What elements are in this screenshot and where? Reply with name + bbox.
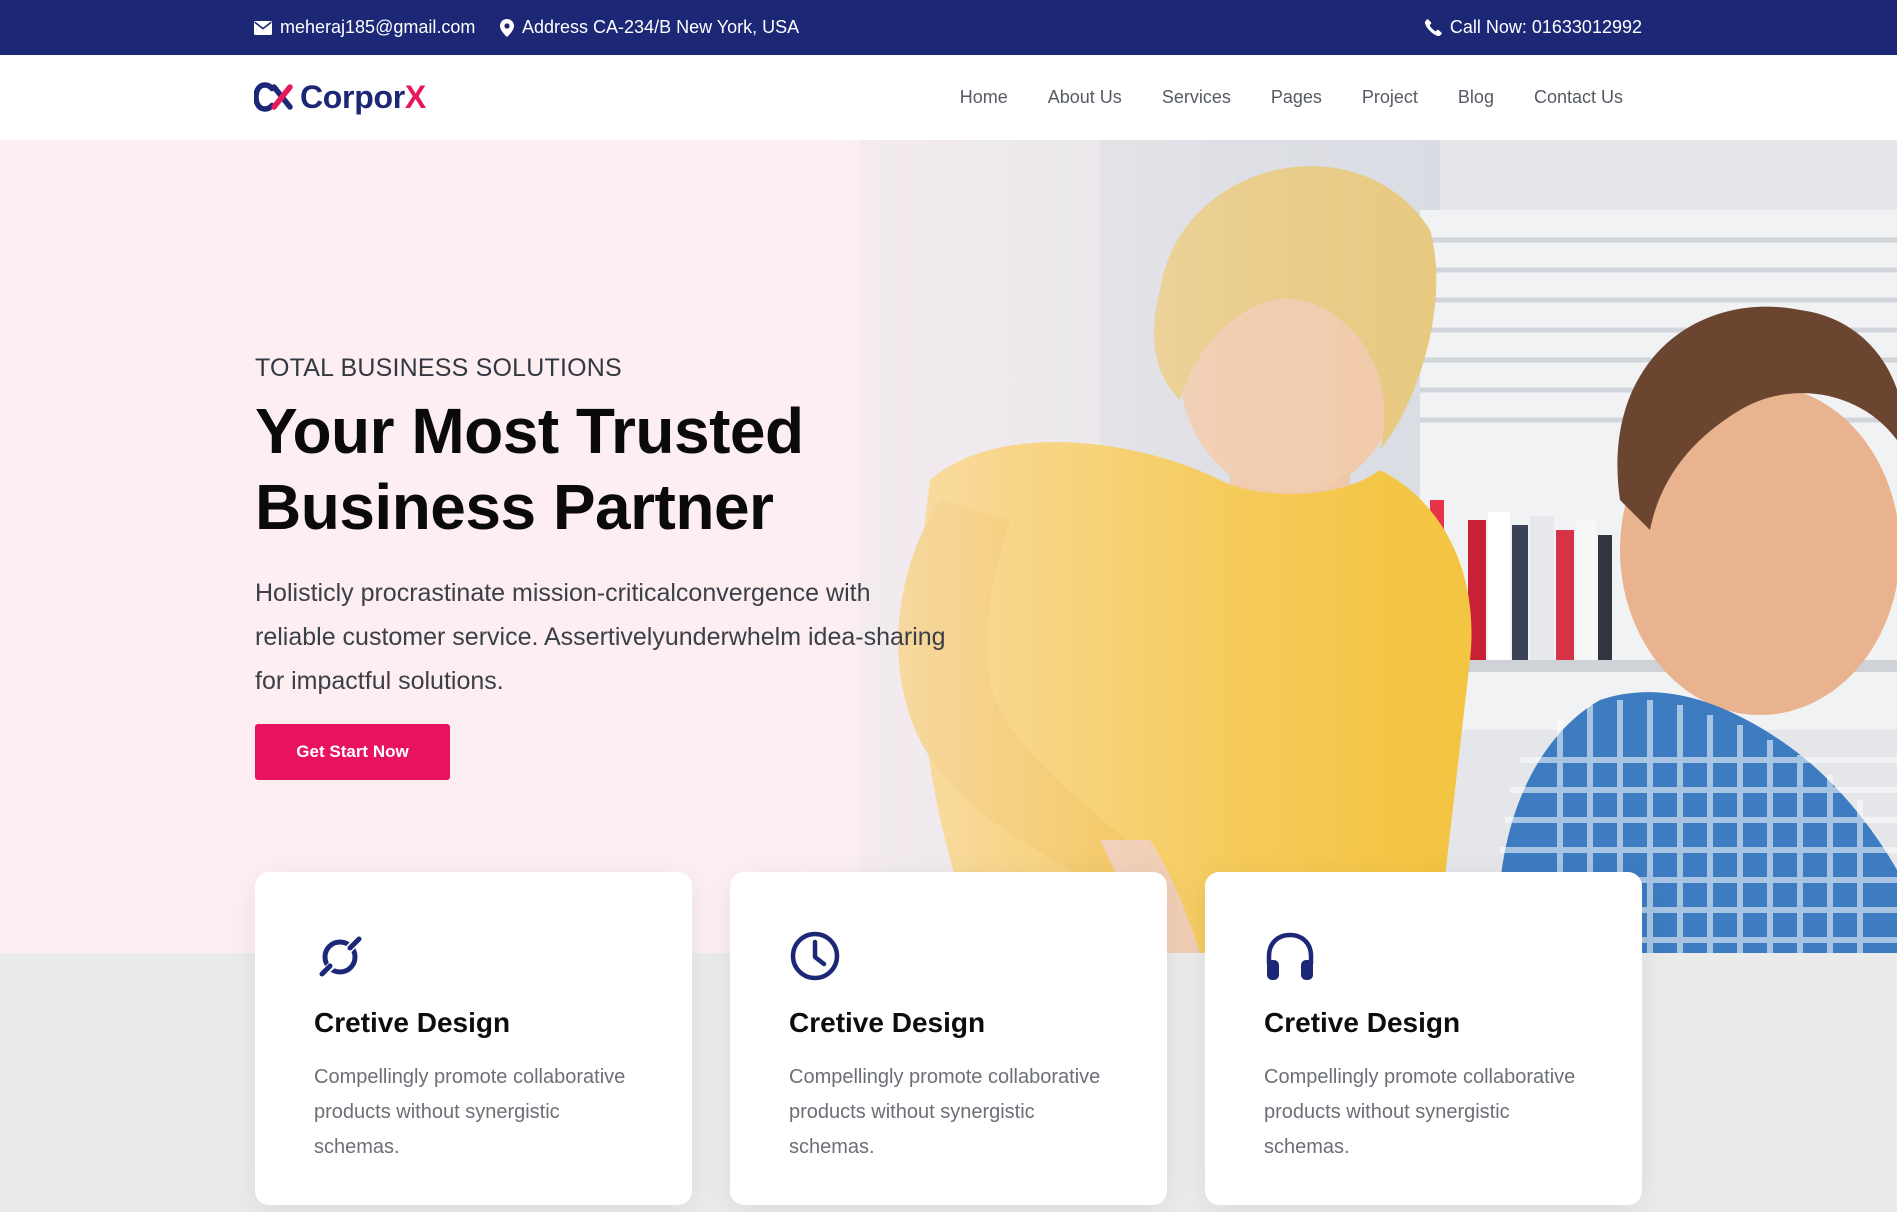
address-text: Address CA-234/B New York, USA: [522, 17, 800, 37]
phone-text: Call Now: 01633012992: [1449, 17, 1642, 37]
logo-name-main: Corpor: [300, 78, 405, 115]
feature-card-2: Cretive Design Compellingly promote coll…: [730, 872, 1167, 1205]
nav-blog[interactable]: Blog: [1438, 87, 1514, 108]
nav-project[interactable]: Project: [1342, 87, 1438, 108]
hero-title-line-1: Your Most Trusted: [255, 395, 804, 467]
contact-email[interactable]: meheraj185@gmail.com: [254, 0, 475, 55]
feature-card-title: Cretive Design: [314, 1007, 511, 1038]
feature-card-title: Cretive Design: [1264, 1007, 1461, 1038]
nav-services[interactable]: Services: [1142, 87, 1251, 108]
feature-card-3: Cretive Design Compellingly promote coll…: [1205, 872, 1642, 1205]
main-navbar: CorporX Home About Us Services Pages Pro…: [0, 55, 1897, 140]
headphones-icon: [1266, 932, 1314, 980]
map-marker-icon: [500, 18, 514, 37]
hero-title: Your Most Trusted Business Partner: [255, 393, 975, 545]
nav-about-us[interactable]: About Us: [1028, 87, 1142, 108]
logo-name-accent: X: [404, 78, 426, 115]
feature-card-title: Cretive Design: [789, 1007, 986, 1038]
feature-card-text: Compellingly promote collaborative produ…: [789, 1066, 1101, 1158]
hero-description: Holisticly procrastinate mission-critica…: [255, 579, 946, 695]
primary-nav: Home About Us Services Pages Project Blo…: [940, 55, 1643, 140]
get-start-now-button[interactable]: Get Start Now: [255, 724, 450, 780]
feature-card-1: Cretive Design Compellingly promote coll…: [255, 872, 692, 1205]
hero-section: TOTAL BUSINESS SOLUTIONS Your Most Trust…: [0, 140, 1897, 953]
feature-card-text: Compellingly promote collaborative produ…: [314, 1066, 626, 1158]
hero-content: TOTAL BUSINESS SOLUTIONS Your Most Trust…: [255, 354, 975, 703]
nav-contact-us[interactable]: Contact Us: [1514, 87, 1643, 108]
clock-icon: [790, 931, 840, 981]
hero-title-line-2: Business Partner: [255, 471, 774, 543]
hero-kicker: TOTAL BUSINESS SOLUTIONS: [255, 354, 622, 382]
nav-home[interactable]: Home: [940, 87, 1028, 108]
envelope-icon: [254, 20, 272, 35]
logo-wordmark: CorporX: [300, 79, 426, 116]
nav-pages[interactable]: Pages: [1251, 87, 1342, 108]
top-info-bar: meheraj185@gmail.com Address CA-234/B Ne…: [0, 0, 1897, 55]
phone-icon: [1424, 19, 1442, 36]
corporx-logo-mark-icon: [254, 82, 293, 112]
email-text: meheraj185@gmail.com: [280, 17, 476, 37]
contact-phone[interactable]: Call Now: 01633012992: [1424, 0, 1642, 55]
contact-address: Address CA-234/B New York, USA: [500, 0, 799, 55]
orbit-icon: [317, 934, 364, 979]
feature-card-text: Compellingly promote collaborative produ…: [1264, 1066, 1576, 1158]
site-logo[interactable]: CorporX: [254, 77, 426, 117]
